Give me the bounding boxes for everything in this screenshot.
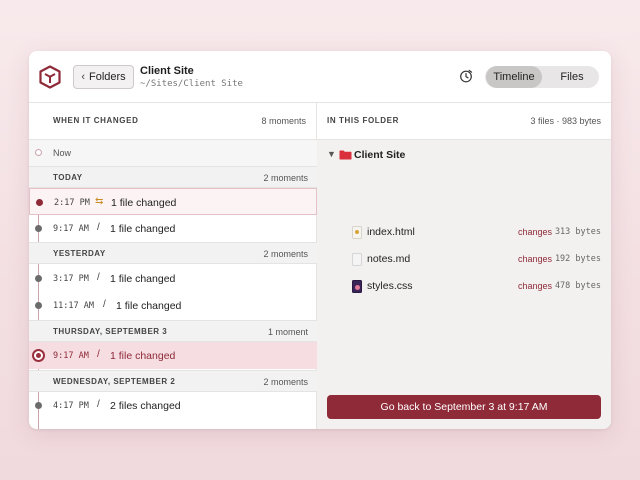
timeline-entry[interactable]: 3:17 PM / 1 file changed	[29, 265, 317, 292]
folder-path: ~/Sites/Client Site	[140, 79, 243, 89]
file-name: index.html	[367, 226, 415, 238]
timeline-entry[interactable]: 9:17 AM / 1 file changed	[29, 215, 317, 242]
file-changes-link[interactable]: changes	[518, 281, 552, 291]
edit-slash-icon: /	[97, 349, 100, 360]
file-size: 478 bytes	[554, 281, 601, 291]
restore-button[interactable]: Go back to September 3 at 9:17 AM	[327, 395, 601, 419]
file-changes-link[interactable]: changes	[518, 254, 552, 264]
entry-text: 1 file changed	[116, 300, 182, 312]
section-header: TODAY 2 moments	[29, 166, 317, 188]
section-header: YESTERDAY 2 moments	[29, 242, 317, 264]
entry-time: 9:17 AM	[53, 224, 89, 234]
file-row[interactable]: notes.md changes 192 bytes	[317, 250, 611, 270]
entry-text: 1 file changed	[110, 273, 176, 285]
section-label: YESTERDAY	[53, 249, 106, 258]
entry-text: 2 files changed	[110, 400, 181, 412]
folder-summary: 3 files · 983 bytes	[530, 116, 601, 126]
section-count: 2 moments	[263, 173, 308, 183]
folder-name: Client Site	[354, 149, 406, 161]
timeline-pane: WHEN IT CHANGED 8 moments Now TODAY 2 mo…	[29, 103, 317, 429]
tab-timeline[interactable]: Timeline	[486, 66, 542, 88]
entry-text: 1 file changed	[110, 223, 176, 235]
folder-tree-root[interactable]: ▼ Client Site	[317, 146, 611, 166]
entry-text: 1 file changed	[110, 350, 176, 362]
chevron-left-icon: ‹	[81, 71, 85, 83]
swap-arrows-icon: ⇆	[95, 196, 104, 207]
now-label: Now	[53, 148, 72, 158]
view-switcher: Timeline Files	[485, 66, 599, 88]
timeline-entry[interactable]: 2:17 PM ⇆ 1 file changed	[29, 188, 317, 215]
timeline-now-row[interactable]: Now	[29, 140, 317, 166]
back-button-label: Folders	[88, 71, 126, 83]
timeline-entry[interactable]: 4:17 PM / 2 files changed	[29, 392, 317, 419]
css-file-icon	[352, 280, 362, 293]
markdown-file-icon	[352, 253, 362, 266]
timeline-node	[35, 302, 42, 309]
timeline-node	[35, 149, 42, 156]
file-name: styles.css	[367, 280, 413, 292]
entry-time: 11:17 AM	[53, 301, 94, 311]
folder-header: IN THIS FOLDER 3 files · 983 bytes	[317, 103, 611, 140]
section-header: WEDNESDAY, SEPTEMBER 2 2 moments	[29, 370, 317, 392]
toolbar: ‹ Folders Client Site ~/Sites/Client Sit…	[29, 51, 611, 103]
app-window: ‹ Folders Client Site ~/Sites/Client Sit…	[29, 51, 611, 429]
folder-column-label: IN THIS FOLDER	[327, 116, 399, 125]
tab-files[interactable]: Files	[545, 66, 599, 88]
entry-text: 1 file changed	[111, 197, 177, 209]
entry-time: 2:17 PM	[54, 198, 90, 208]
timeline-header: WHEN IT CHANGED 8 moments	[29, 103, 316, 140]
file-size: 192 bytes	[554, 254, 601, 264]
timeline-node	[35, 275, 42, 282]
edit-slash-icon: /	[103, 299, 106, 310]
entry-time: 4:17 PM	[53, 401, 89, 411]
timeline-node	[36, 199, 43, 206]
section-label: THURSDAY, SEPTEMBER 3	[53, 327, 168, 336]
edit-slash-icon: /	[97, 222, 100, 233]
html-file-icon	[352, 226, 362, 239]
section-label: TODAY	[53, 173, 83, 182]
folder-title: Client Site	[140, 65, 194, 77]
timeline-entry-selected[interactable]: 9:17 AM / 1 file changed	[29, 342, 317, 369]
file-size: 313 bytes	[554, 227, 601, 237]
timeline-node	[35, 402, 42, 409]
edit-slash-icon: /	[97, 399, 100, 410]
entry-time: 3:17 PM	[53, 274, 89, 284]
timeline-column-label: WHEN IT CHANGED	[53, 116, 139, 125]
file-changes-link[interactable]: changes	[518, 227, 552, 237]
timeline-node	[35, 225, 42, 232]
section-label: WEDNESDAY, SEPTEMBER 2	[53, 377, 176, 386]
section-count: 1 moment	[267, 327, 308, 337]
app-logo-icon	[39, 65, 61, 89]
file-name: notes.md	[367, 253, 411, 265]
history-clock-icon[interactable]	[459, 69, 473, 83]
file-row[interactable]: index.html changes 313 bytes	[317, 223, 611, 243]
file-row[interactable]: styles.css changes 478 bytes	[317, 277, 611, 297]
section-header: THURSDAY, SEPTEMBER 3 1 moment	[29, 320, 317, 342]
section-count: 2 moments	[263, 377, 308, 387]
folder-pane: IN THIS FOLDER 3 files · 983 bytes ▼ Cli…	[317, 103, 611, 429]
timeline-count: 8 moments	[261, 116, 306, 126]
timeline-entry[interactable]: 11:17 AM / 1 file changed	[29, 292, 317, 319]
selected-timeline-node	[32, 349, 45, 362]
back-to-folders-button[interactable]: ‹ Folders	[73, 65, 134, 89]
edit-slash-icon: /	[97, 272, 100, 283]
entry-time: 9:17 AM	[53, 351, 89, 361]
section-count: 2 moments	[263, 249, 308, 259]
folder-icon	[339, 150, 352, 160]
disclosure-chevron-icon[interactable]: ▼	[327, 149, 336, 159]
